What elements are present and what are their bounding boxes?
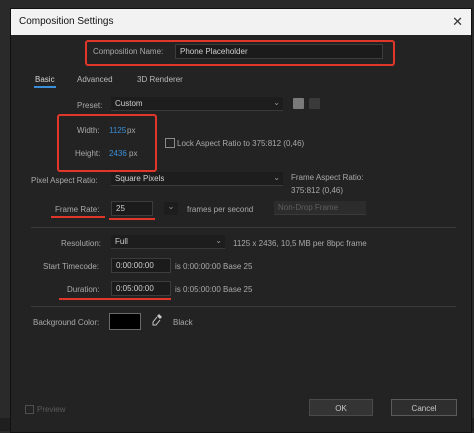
frame-rate-label: Frame Rate: (55, 205, 100, 214)
preset-value: Custom (115, 99, 143, 108)
resolution-dropdown[interactable]: Full ⌄ (111, 235, 225, 249)
duration-label: Duration: (67, 285, 100, 294)
pixel-aspect-dropdown[interactable]: Square Pixels ⌄ (111, 172, 283, 186)
frame-aspect-label: Frame Aspect Ratio: (291, 173, 364, 182)
size-highlight (57, 114, 157, 172)
ok-button[interactable]: OK (309, 399, 373, 416)
chevron-down-icon: ⌄ (273, 173, 280, 182)
height-unit: px (129, 149, 138, 158)
duration-underline (59, 298, 171, 300)
frame-rate-value: 25 (116, 204, 125, 213)
comp-name-value: Phone Placeholder (180, 47, 248, 56)
width-label: Width: (77, 126, 100, 135)
save-preset-icon[interactable] (293, 98, 304, 109)
tab-3d-renderer[interactable]: 3D Renderer (137, 75, 183, 84)
window-title: Composition Settings (19, 16, 114, 27)
resolution-value: Full (115, 237, 128, 246)
background-color-swatch[interactable] (109, 313, 141, 330)
frame-aspect-value: 375:812 (0,46) (291, 186, 344, 195)
width-unit: px (127, 126, 136, 135)
duration-info: is 0:05:00:00 Base 25 (175, 285, 253, 294)
frame-rate-unit: frames per second (187, 205, 254, 214)
cancel-label: Cancel (411, 404, 437, 413)
preset-dropdown[interactable]: Custom ⌄ (111, 97, 283, 111)
separator (31, 227, 456, 228)
pixel-aspect-label: Pixel Aspect Ratio: (31, 176, 98, 185)
composition-settings-dialog: Composition Settings ✕ Composition Name:… (10, 8, 472, 433)
frame-rate-label-underline (51, 216, 105, 218)
preview-checkbox[interactable] (25, 405, 34, 414)
tab-basic-underline (34, 86, 56, 88)
lock-aspect-checkbox[interactable] (165, 138, 175, 148)
background-color-name: Black (173, 318, 193, 327)
frame-rate-field[interactable]: 25 (111, 201, 153, 216)
drop-frame-value: Non-Drop Frame (278, 203, 339, 212)
start-timecode-label: Start Timecode: (43, 262, 100, 271)
resolution-label: Resolution: (61, 239, 102, 248)
comp-name-label: Composition Name: (93, 47, 164, 56)
height-value[interactable]: 2436 (109, 149, 127, 158)
preview-label: Preview (37, 405, 66, 414)
pixel-aspect-value: Square Pixels (115, 174, 165, 183)
width-value[interactable]: 1125 (109, 126, 126, 135)
separator (31, 306, 456, 307)
cancel-button[interactable]: Cancel (391, 399, 457, 416)
close-icon[interactable]: ✕ (452, 14, 463, 30)
chevron-down-icon: ⌄ (215, 236, 222, 245)
chevron-down-icon: ⌄ (273, 98, 280, 107)
delete-preset-icon[interactable] (309, 98, 320, 109)
start-timecode-value: 0:00:00:00 (116, 261, 154, 270)
eyedropper-icon[interactable] (151, 313, 163, 327)
frame-rate-dropdown-button[interactable]: ⌄ (164, 202, 178, 215)
duration-field[interactable]: 0:05:00:00 (111, 281, 171, 296)
drop-frame-dropdown: Non-Drop Frame (274, 201, 366, 215)
tab-basic[interactable]: Basic (35, 75, 55, 84)
lock-aspect-label: Lock Aspect Ratio to 375:812 (0,46) (177, 139, 305, 148)
height-label: Height: (75, 149, 101, 158)
resolution-info: 1125 x 2436, 10,5 MB per 8bpc frame (233, 239, 367, 248)
title-bar: Composition Settings ✕ (11, 9, 471, 35)
ok-label: OK (335, 404, 347, 413)
tab-advanced[interactable]: Advanced (77, 75, 113, 84)
start-timecode-info: is 0:00:00:00 Base 25 (175, 262, 253, 271)
start-timecode-field[interactable]: 0:00:00:00 (111, 258, 171, 273)
preset-label: Preset: (77, 101, 103, 110)
comp-name-field[interactable]: Phone Placeholder (175, 44, 383, 59)
duration-value: 0:05:00:00 (116, 284, 154, 293)
frame-rate-field-underline (109, 218, 155, 220)
background-color-label: Background Color: (33, 318, 100, 327)
